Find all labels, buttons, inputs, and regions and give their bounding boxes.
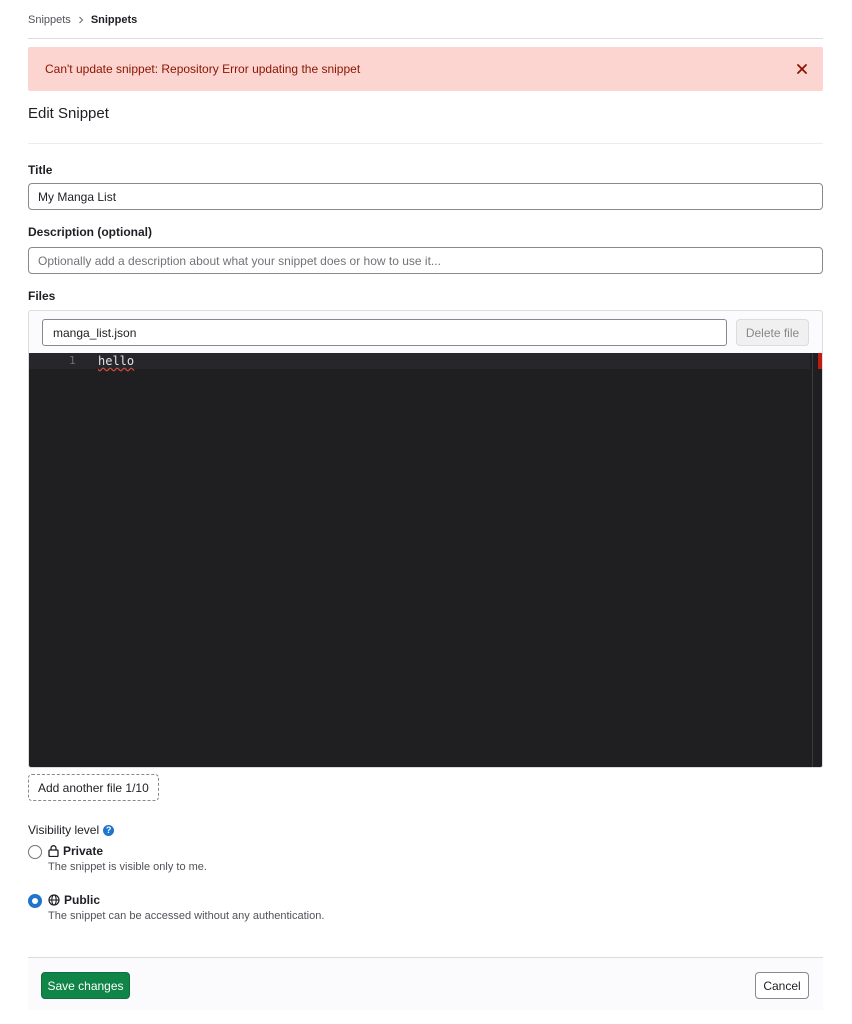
private-label: Private <box>63 844 104 858</box>
page-title: Edit Snippet <box>28 105 109 122</box>
breadcrumb-item-current[interactable]: Snippets <box>91 14 137 26</box>
description-label: Description (optional) <box>28 225 152 239</box>
form-actions: Save changes Cancel <box>28 957 823 1010</box>
code-editor[interactable]: 1 hello <box>29 353 822 767</box>
question-icon[interactable]: ? <box>103 824 115 836</box>
line-number: 1 <box>69 354 76 367</box>
breadcrumb: Snippets Snippets <box>28 12 137 28</box>
file-name-input[interactable] <box>42 319 727 346</box>
divider <box>28 143 823 144</box>
public-help-text: The snippet can be accessed without any … <box>48 910 325 922</box>
title-input[interactable] <box>28 183 823 210</box>
delete-file-button[interactable]: Delete file <box>736 319 809 346</box>
public-radio[interactable] <box>28 894 42 908</box>
files-label: Files <box>28 289 56 303</box>
description-input[interactable] <box>28 247 823 274</box>
editor-scrollbar[interactable] <box>812 353 822 767</box>
divider <box>28 38 823 39</box>
error-marker <box>818 353 822 369</box>
close-icon[interactable] <box>793 60 811 78</box>
public-option-title: Public <box>48 893 100 907</box>
breadcrumb-item-snippets[interactable]: Snippets <box>28 14 71 26</box>
add-another-file-button[interactable]: Add another file 1/10 <box>28 774 159 801</box>
private-radio[interactable] <box>28 845 42 859</box>
alert-message: Can't update snippet: Repository Error u… <box>45 62 361 76</box>
code-line[interactable]: hello <box>98 354 134 368</box>
visibility-label-text: Visibility level <box>28 823 100 837</box>
public-label: Public <box>64 893 101 907</box>
edit-snippet-page: Snippets Snippets Can't update snippet: … <box>0 0 852 1024</box>
private-option-title: Private <box>48 844 103 858</box>
cancel-button[interactable]: Cancel <box>755 972 809 999</box>
snippet-file: Delete file 1 hello <box>28 310 823 768</box>
globe-icon <box>48 894 60 906</box>
private-help-text: The snippet is visible only to me. <box>48 861 207 873</box>
save-changes-button[interactable]: Save changes <box>41 972 130 999</box>
error-alert: Can't update snippet: Repository Error u… <box>28 47 823 91</box>
title-label: Title <box>28 163 53 177</box>
chevron-right-icon <box>77 16 85 24</box>
current-line-highlight <box>29 353 810 369</box>
lock-icon <box>48 845 59 857</box>
visibility-level-label: Visibility level ? <box>28 823 115 837</box>
